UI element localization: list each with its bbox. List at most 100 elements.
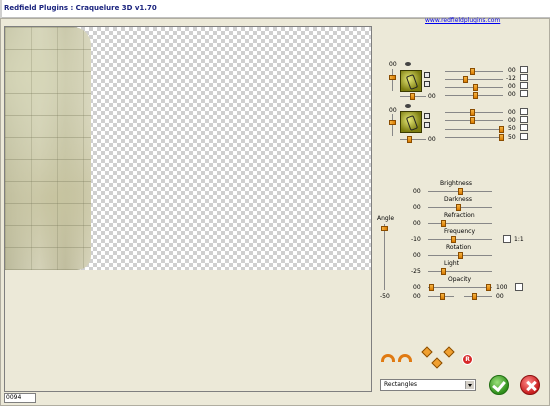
light2-vertical-thumb[interactable] <box>389 120 396 125</box>
cancel-button[interactable] <box>520 375 540 395</box>
light2-right-value-2: 00 <box>508 117 516 124</box>
light2-bottom-track <box>400 139 426 140</box>
title-bar: Redfield Plugins : Craquelure 3D v1.70 <box>0 0 550 18</box>
darkness-thumb[interactable] <box>456 204 461 211</box>
light2-slider4-track <box>445 137 503 138</box>
last-row-left-thumb[interactable] <box>440 293 445 300</box>
light1-right-value-1: 00 <box>508 67 516 74</box>
refraction-thumb[interactable] <box>441 220 446 227</box>
light2-triangle-icon[interactable] <box>424 113 430 119</box>
opacity-left-thumb[interactable] <box>429 284 434 291</box>
light1-left-value: 00 <box>389 61 397 68</box>
last-row-right-value: 00 <box>496 293 504 300</box>
ratio-checkbox[interactable] <box>503 235 511 243</box>
light1-right-value-2: -12 <box>506 75 516 82</box>
light1-light-icon[interactable] <box>400 70 422 92</box>
light2-slider4-thumb[interactable] <box>499 134 504 141</box>
light1-vertical-thumb[interactable] <box>389 75 396 80</box>
website-link[interactable]: www.redfieldplugins.com <box>425 17 500 24</box>
opacity-right-value: 100 <box>496 284 508 291</box>
light1-triangle-icon[interactable] <box>424 72 430 78</box>
light2-right-value-1: 00 <box>508 109 516 116</box>
angle-vertical-track <box>384 224 385 290</box>
title-stripe <box>0 0 2 18</box>
refraction-track <box>428 223 492 224</box>
frequency-label: Frequency <box>444 228 475 235</box>
light1-lamp-icon[interactable] <box>520 90 528 97</box>
frequency-thumb[interactable] <box>451 236 456 243</box>
undo-arrow-icon[interactable] <box>381 354 395 362</box>
angle-label: Angle <box>377 215 395 222</box>
light1-rotate-icon[interactable] <box>520 82 528 89</box>
light2-page-icon[interactable] <box>520 116 528 123</box>
eye-icon <box>405 104 411 108</box>
preview-pane[interactable] <box>4 26 372 392</box>
light-thumb[interactable] <box>441 268 446 275</box>
rotation-thumb[interactable] <box>458 252 463 259</box>
light2-slider3-track <box>445 129 503 130</box>
light1-bottom-thumb[interactable] <box>410 93 415 100</box>
pattern-select[interactable]: Rectangles <box>380 379 476 391</box>
brightness-label: Brightness <box>440 180 472 187</box>
light1-slider3-thumb[interactable] <box>473 84 478 91</box>
brightness-thumb[interactable] <box>458 188 463 195</box>
light2-slider2-thumb[interactable] <box>470 117 475 124</box>
darkness-value: 00 <box>413 204 421 211</box>
rotation-label: Rotation <box>446 244 472 251</box>
refraction-label: Refraction <box>444 212 475 219</box>
angle-value: -50 <box>380 293 390 300</box>
opacity-value: 00 <box>413 284 421 291</box>
light1-bottom-value: 00 <box>428 93 436 100</box>
frequency-track <box>428 239 492 240</box>
light2-angle-icon[interactable] <box>520 108 528 115</box>
redo-arrow-icon[interactable] <box>398 354 412 362</box>
eye-icon <box>405 62 411 66</box>
light2-rotate-icon[interactable] <box>520 124 528 131</box>
rotation-value: 00 <box>413 252 421 259</box>
darkness-label: Darkness <box>444 196 472 203</box>
light1-slider4-thumb[interactable] <box>473 92 478 99</box>
light2-bottom-thumb[interactable] <box>407 136 412 143</box>
ok-button[interactable] <box>489 375 509 395</box>
light2-bottom-value: 00 <box>428 136 436 143</box>
last-row-right-thumb[interactable] <box>472 293 477 300</box>
status-code: 0094 <box>4 393 36 403</box>
light1-right-value-3: 00 <box>508 83 516 90</box>
light2-right-value-3: 50 <box>508 125 516 132</box>
pattern-select-value: Rectangles <box>384 381 418 388</box>
angle-vertical-thumb[interactable] <box>381 226 388 231</box>
light1-angle-icon[interactable] <box>520 66 528 73</box>
light1-page-icon[interactable] <box>520 74 528 81</box>
light1-grid-icon[interactable] <box>424 81 430 87</box>
light1-slider2-track <box>445 79 503 80</box>
brightness-value: 00 <box>413 188 421 195</box>
refraction-value: 00 <box>413 220 421 227</box>
frequency-value: -10 <box>411 236 421 243</box>
ratio-label: 1:1 <box>514 236 524 243</box>
light2-left-value: 00 <box>389 107 397 114</box>
light1-vertical-track <box>392 69 393 91</box>
light-track <box>428 271 492 272</box>
light2-right-value-4: 50 <box>508 134 516 141</box>
reset-icon[interactable]: R <box>462 354 473 365</box>
light1-slider2-thumb[interactable] <box>463 76 468 83</box>
last-row-left-value: 00 <box>413 293 421 300</box>
last-row-right-track <box>464 296 492 297</box>
chevron-down-icon[interactable] <box>465 381 474 389</box>
light1-right-value-4: 00 <box>508 91 516 98</box>
light2-slider3-thumb[interactable] <box>499 126 504 133</box>
light2-vertical-track <box>392 114 393 136</box>
opacity-right-thumb[interactable] <box>486 284 491 291</box>
light2-slider1-thumb[interactable] <box>470 109 475 116</box>
light2-lamp-icon[interactable] <box>520 133 528 140</box>
light1-slider1-thumb[interactable] <box>470 68 475 75</box>
light-value: -25 <box>411 268 421 275</box>
opacity-label: Opacity <box>448 276 472 283</box>
window-title: Redfield Plugins : Craquelure 3D v1.70 <box>4 4 157 12</box>
light-label: Light <box>444 260 459 267</box>
light2-light-icon[interactable] <box>400 111 422 133</box>
texture-preview-image <box>5 27 91 270</box>
opacity-track <box>428 287 492 288</box>
opacity-toggle-box[interactable] <box>515 283 523 291</box>
light2-grid-icon[interactable] <box>424 122 430 128</box>
